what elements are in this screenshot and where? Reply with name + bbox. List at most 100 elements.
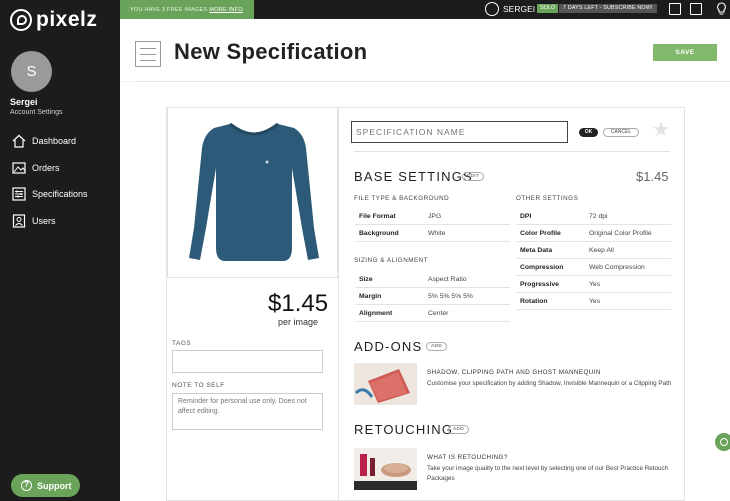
table-row: File Format JPG [355, 208, 510, 225]
topbar: YOU HAVE 3 FREE IMAGES MORE INFO SERGEI … [120, 0, 730, 19]
addons-thumbnail [354, 363, 417, 405]
table-row: Compression Web Compression [516, 259, 671, 276]
price-per-image: $1.45 [268, 290, 329, 317]
setting-key: File Format [359, 212, 396, 220]
sidebar-item-specifications[interactable]: Specifications [0, 181, 120, 208]
sidebar-item-label: Dashboard [32, 136, 77, 147]
table-row: DPI 72 dpi [516, 208, 671, 225]
account-settings-link[interactable]: Account Settings [10, 109, 63, 116]
add-addons-button[interactable]: ADD [426, 342, 448, 351]
other-settings-label: OTHER SETTINGS [516, 195, 579, 202]
retouching-thumbnail [354, 448, 417, 490]
file-type-table: File Format JPG Background White [355, 208, 510, 242]
inbox-icon[interactable] [690, 3, 702, 15]
tags-input[interactable] [172, 350, 323, 373]
sidebar-item-label: Users [32, 215, 56, 226]
tags-label: TAGS [172, 340, 192, 347]
pixelz-logo-icon [10, 9, 32, 31]
file-type-label: FILE TYPE & BACKGROUND [354, 195, 450, 202]
base-settings-title: BASE SETTINGS [354, 169, 473, 184]
retouching-feature-desc: Take your image quality to the next leve… [427, 465, 669, 482]
home-icon [12, 134, 26, 148]
ok-button[interactable]: OK [579, 128, 598, 137]
promo-text: YOU HAVE 3 FREE IMAGES [130, 6, 208, 13]
setting-value: Aspect Ratio [428, 275, 467, 283]
sidebar-item-dashboard[interactable]: Dashboard [0, 128, 120, 155]
retouching-image [354, 448, 417, 490]
sliders-icon [12, 187, 26, 201]
table-row: Color Profile Original Color Profile [516, 225, 671, 242]
setting-key: Rotation [520, 297, 548, 305]
top-user-menu[interactable]: SERGEI [485, 2, 535, 16]
avatar[interactable]: S [11, 51, 52, 92]
table-row: Meta Data Keep All [516, 242, 671, 259]
page-title: New Specification [174, 39, 368, 64]
more-info-link[interactable]: MORE INFO [209, 7, 243, 13]
addons-title: ADD-ONS [354, 339, 423, 354]
per-image-label: per image [278, 317, 319, 327]
column-divider [338, 107, 339, 501]
product-image [189, 122, 319, 261]
other-settings-table: DPI 72 dpi Color Profile Original Color Pr… [516, 208, 671, 310]
table-row: Size Aspect Ratio [355, 271, 510, 288]
setting-value: White [428, 229, 446, 237]
setting-key: Background [359, 229, 399, 237]
setting-key: Progressive [520, 280, 559, 288]
sizing-table: Size Aspect Ratio Margin 5% 5% 5% 5% Align… [355, 271, 510, 322]
chat-widget-icon[interactable] [713, 431, 730, 453]
user-circle-icon [485, 2, 499, 16]
setting-key: Color Profile [520, 229, 561, 237]
subscribe-link[interactable]: 7 DAYS LEFT - SUBSCRIBE NOW! [559, 4, 657, 13]
product-image-frame [167, 107, 338, 278]
addons-image [354, 363, 417, 405]
note-label: NOTE TO SELF [172, 382, 225, 389]
setting-value: JPG [428, 212, 442, 220]
setting-value: Yes [589, 280, 601, 288]
lightbulb-icon[interactable] [715, 2, 728, 16]
note-textarea[interactable] [172, 393, 323, 430]
logo[interactable]: pixelz [10, 8, 97, 32]
help-icon: ? [21, 480, 32, 491]
favorite-star-icon[interactable]: ★ [652, 120, 670, 140]
table-row: Background White [355, 225, 510, 242]
specification-name-input[interactable] [351, 121, 568, 143]
support-label: Support [37, 480, 72, 491]
plan-badge: SOLO [537, 4, 559, 13]
table-row: Progressive Yes [516, 276, 671, 293]
setting-value: Keep All [589, 246, 614, 254]
sidebar-nav: Dashboard Orders Specifications Users [0, 128, 120, 234]
user-icon [12, 214, 26, 228]
table-row: Margin 5% 5% 5% 5% [355, 288, 510, 305]
table-row: Rotation Yes [516, 293, 671, 310]
sidebar-item-users[interactable]: Users [0, 208, 120, 235]
setting-key: Alignment [359, 309, 393, 317]
setting-value: 72 dpi [589, 212, 608, 220]
setting-key: Meta Data [520, 246, 553, 254]
setting-key: Margin [359, 292, 382, 300]
sidebar-user-name: Sergei [10, 97, 38, 107]
add-retouching-button[interactable]: ADD [448, 425, 470, 434]
sidebar: pixelz S Sergei Account Settings Dashboa… [0, 0, 120, 501]
sidebar-item-label: Specifications [32, 189, 88, 200]
setting-value: Original Color Profile [589, 229, 652, 237]
logo-text: pixelz [36, 8, 98, 31]
sidebar-item-label: Orders [32, 162, 60, 173]
edit-base-settings-button[interactable]: EDIT [462, 172, 485, 181]
retouching-feature-title: WHAT IS RETOUCHING? [427, 454, 508, 461]
sizing-label: SIZING & ALIGNMENT [354, 257, 429, 264]
sidebar-item-orders[interactable]: Orders [0, 155, 120, 182]
save-button[interactable]: SAVE [653, 44, 717, 61]
page-header: New Specification SAVE [120, 19, 730, 81]
setting-key: DPI [520, 212, 532, 220]
specification-icon [135, 41, 161, 67]
setting-value: Web Compression [589, 263, 645, 271]
cancel-button[interactable]: CANCEL [603, 128, 639, 137]
logout-icon[interactable] [669, 3, 681, 15]
promo-banner: YOU HAVE 3 FREE IMAGES MORE INFO [120, 0, 254, 19]
setting-value: Yes [589, 297, 601, 305]
setting-key: Size [359, 275, 373, 283]
name-divider [354, 151, 670, 152]
addons-feature-title: SHADOW, CLIPPING PATH AND GHOST MANNEQUI… [427, 369, 601, 376]
support-button[interactable]: ? Support [11, 474, 80, 497]
top-user-name: SERGEI [503, 4, 536, 14]
